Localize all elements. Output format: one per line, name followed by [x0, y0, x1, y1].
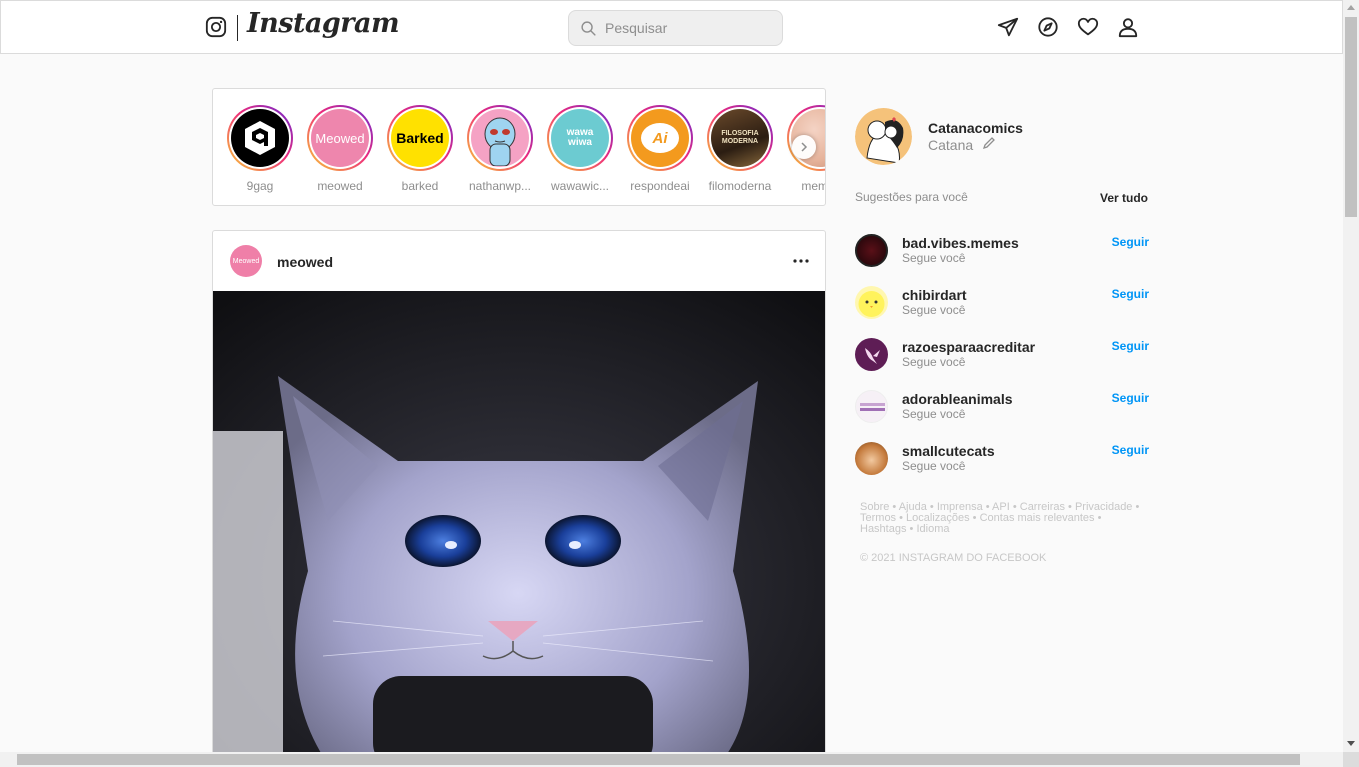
- suggestion-item: razoesparaacreditar Segue você Seguir: [855, 338, 1149, 374]
- chat-bubble-logo: Ai: [641, 123, 679, 153]
- suggestion-avatar[interactable]: [855, 338, 888, 371]
- see-all-link[interactable]: Ver tudo: [1100, 191, 1148, 205]
- follow-button[interactable]: Seguir: [1112, 235, 1149, 249]
- feed-post: Meowed meowed: [212, 230, 826, 767]
- top-navigation: Instagram: [0, 0, 1343, 54]
- story-item[interactable]: nathanwp...: [460, 105, 540, 193]
- post-author-avatar[interactable]: Meowed: [230, 245, 262, 277]
- instagram-logo[interactable]: Instagram: [247, 8, 400, 39]
- chevron-right-icon: [801, 142, 808, 152]
- story-username: 9gag: [246, 179, 274, 193]
- story-avatar: Ai: [631, 109, 689, 167]
- activity-heart-icon[interactable]: [1077, 16, 1099, 38]
- search-input[interactable]: [605, 18, 775, 38]
- vertical-scrollbar[interactable]: [1343, 0, 1359, 752]
- suggestion-subtitle: Segue você: [902, 251, 966, 265]
- story-item[interactable]: Barked barked: [380, 105, 460, 193]
- story-item[interactable]: Meowed meowed: [300, 105, 380, 193]
- suggestion-item: smallcutecats Segue você Seguir: [855, 442, 1149, 478]
- suggestion-username[interactable]: chibirdart: [902, 287, 967, 303]
- footer-link-top-accounts[interactable]: Contas mais relevantes: [980, 512, 1095, 524]
- adorable-animals-logo-icon: [860, 403, 885, 411]
- story-username: respondeai: [630, 179, 690, 193]
- suggestion-item: adorableanimals Segue você Seguir: [855, 390, 1149, 426]
- story-avatar: Barked: [391, 109, 449, 167]
- suggestion-avatar[interactable]: [855, 442, 888, 475]
- story-username: nathanwp...: [468, 179, 532, 193]
- suggestion-subtitle: Segue você: [902, 355, 966, 369]
- edit-pencil-icon[interactable]: [982, 136, 996, 150]
- direct-send-icon[interactable]: [997, 16, 1019, 38]
- footer-links: Sobre • Ajuda • Imprensa • API • Carreir…: [860, 501, 1140, 535]
- suggestion-subtitle: Segue você: [902, 459, 966, 473]
- story-username: wawawic...: [550, 179, 609, 193]
- post-header: Meowed meowed: [213, 231, 825, 291]
- story-username: meowed: [317, 179, 363, 193]
- horizontal-scroll-thumb[interactable]: [17, 754, 1300, 765]
- current-user-username[interactable]: Catanacomics: [928, 120, 1023, 136]
- instagram-glyph-icon[interactable]: [205, 16, 227, 38]
- story-avatar: wawa wiwa: [551, 109, 609, 167]
- suggestion-avatar[interactable]: [855, 390, 888, 423]
- suggestion-item: chibirdart Segue você Seguir: [855, 286, 1149, 322]
- suggestion-item: bad.vibes.memes Segue você Seguir: [855, 234, 1149, 270]
- footer-link-language[interactable]: Idioma: [916, 523, 949, 535]
- 9gag-logo-icon: [245, 121, 275, 155]
- post-author-username[interactable]: meowed: [277, 254, 333, 270]
- more-options-icon[interactable]: [789, 251, 813, 271]
- logo-divider: [237, 15, 238, 41]
- explore-compass-icon[interactable]: [1037, 16, 1059, 38]
- stories-next-button[interactable]: [792, 135, 816, 159]
- yellow-bird-icon: [858, 291, 885, 317]
- horizontal-scrollbar[interactable]: [0, 752, 1343, 767]
- story-username: filomoderna: [708, 179, 772, 193]
- search-box[interactable]: [568, 10, 783, 46]
- story-item[interactable]: FILOSOFIA MODERNA filomoderna: [700, 105, 780, 193]
- suggestions-title: Sugestões para você: [855, 190, 968, 204]
- suggestion-subtitle: Segue você: [902, 303, 966, 317]
- story-username: memer: [801, 179, 825, 193]
- follow-button[interactable]: Seguir: [1112, 391, 1149, 405]
- suggestion-username[interactable]: smallcutecats: [902, 443, 995, 459]
- story-avatar: Meowed: [311, 109, 369, 167]
- story-item[interactable]: wawa wiwa wawawic...: [540, 105, 620, 193]
- hummingbird-icon: [865, 348, 880, 364]
- suggestion-username[interactable]: razoesparaacreditar: [902, 339, 1035, 355]
- vertical-scroll-thumb[interactable]: [1345, 17, 1357, 217]
- alien-character-icon: [484, 117, 516, 166]
- follow-button[interactable]: Seguir: [1112, 287, 1149, 301]
- post-photo-cat[interactable]: [213, 291, 825, 767]
- story-item[interactable]: Ai respondeai: [620, 105, 700, 193]
- current-user-fullname: Catana: [928, 137, 974, 153]
- suggestion-avatar[interactable]: [855, 286, 888, 319]
- stories-tray: 9gag Meowed meowed Barked barked nathanw…: [212, 88, 826, 206]
- suggestion-username[interactable]: adorableanimals: [902, 391, 1013, 407]
- follow-button[interactable]: Seguir: [1112, 443, 1149, 457]
- suggestion-subtitle: Segue você: [902, 407, 966, 421]
- scroll-down-arrow-icon[interactable]: [1347, 741, 1355, 746]
- story-item[interactable]: 9gag: [220, 105, 300, 193]
- scrollbar-corner: [1343, 752, 1359, 767]
- suggestion-avatar[interactable]: [855, 234, 888, 267]
- copyright-text: © 2021 INSTAGRAM DO FACEBOOK: [860, 552, 1047, 564]
- story-avatar: [231, 109, 289, 167]
- suggestion-username[interactable]: bad.vibes.memes: [902, 235, 1019, 251]
- story-avatar: FILOSOFIA MODERNA: [711, 109, 769, 167]
- catana-avatar-illustration: [855, 108, 912, 165]
- current-user-avatar[interactable]: [855, 108, 912, 165]
- footer-link-hashtags[interactable]: Hashtags: [860, 523, 906, 535]
- scroll-up-arrow-icon[interactable]: [1347, 5, 1355, 10]
- story-avatar: [471, 109, 529, 167]
- profile-icon[interactable]: [1117, 16, 1139, 38]
- follow-button[interactable]: Seguir: [1112, 339, 1149, 353]
- search-icon: [581, 21, 596, 36]
- story-username: barked: [401, 179, 439, 193]
